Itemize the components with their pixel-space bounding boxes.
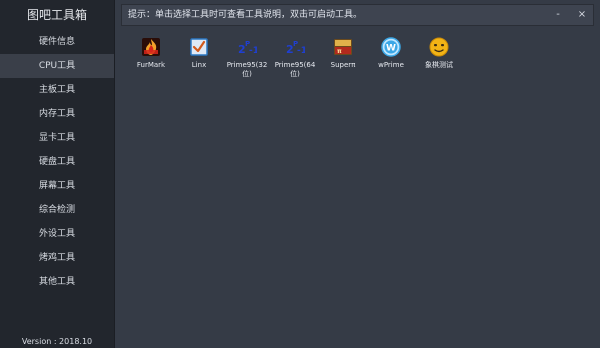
- furmark-icon: [140, 36, 162, 58]
- chess-face-icon: [428, 36, 450, 58]
- sidebar-item-motherboard-tools[interactable]: 主板工具: [0, 78, 114, 102]
- tool-label-prime95-32: Prime95(32位): [226, 61, 268, 78]
- tool-prime95-64[interactable]: 2 P -1 Prime95(64位): [274, 36, 316, 79]
- tool-label-chess-test: 象棋测试: [425, 61, 453, 69]
- svg-text:-1: -1: [249, 46, 257, 56]
- superpi-icon: π: [332, 36, 354, 58]
- sidebar-item-cpu-tools[interactable]: CPU工具: [0, 54, 114, 78]
- sidebar-item-hardware-info[interactable]: 硬件信息: [0, 30, 114, 54]
- sidebar-item-memory-tools[interactable]: 内存工具: [0, 102, 114, 126]
- sidebar-item-peripheral-tools[interactable]: 外设工具: [0, 222, 114, 246]
- window-controls: - ×: [553, 5, 587, 25]
- sidebar-item-disk-tools[interactable]: 硬盘工具: [0, 150, 114, 174]
- minimize-button[interactable]: -: [553, 10, 563, 20]
- sidebar: 图吧工具箱 硬件信息 CPU工具 主板工具 内存工具 显卡工具 硬盘工具 屏幕工…: [0, 0, 115, 348]
- prime95-icon: 2 P -1: [236, 36, 258, 58]
- svg-text:-1: -1: [297, 46, 305, 56]
- tool-linx[interactable]: Linx: [179, 36, 219, 79]
- prime95-icon: 2 P -1: [284, 36, 306, 58]
- sidebar-item-other-tools[interactable]: 其他工具: [0, 270, 114, 294]
- svg-text:π: π: [337, 48, 342, 55]
- main-panel: 提示：单击选择工具时可查看工具说明，双击可启动工具。 - × FurMark L…: [115, 0, 600, 348]
- app-title: 图吧工具箱: [26, 8, 87, 22]
- tool-label-furmark: FurMark: [136, 61, 166, 69]
- tool-label-superpi: Superπ: [330, 61, 356, 69]
- tool-label-wprime: wPrime: [378, 61, 404, 69]
- wprime-icon: W: [380, 36, 402, 58]
- tool-label-prime95-64: Prime95(64位): [274, 61, 316, 78]
- sidebar-item-stress-tools[interactable]: 烤鸡工具: [0, 246, 114, 270]
- tool-label-linx: Linx: [191, 61, 207, 69]
- hint-text: 提示：单击选择工具时可查看工具说明，双击可启动工具。: [128, 10, 363, 20]
- svg-text:W: W: [386, 44, 396, 54]
- tool-wprime[interactable]: W wPrime: [371, 36, 411, 79]
- linx-check-icon: [188, 36, 210, 58]
- sidebar-item-screen-tools[interactable]: 屏幕工具: [0, 174, 114, 198]
- sidebar-item-comprehensive-tests[interactable]: 综合检测: [0, 198, 114, 222]
- tool-superpi[interactable]: π Superπ: [323, 36, 363, 79]
- hint-bar: 提示：单击选择工具时可查看工具说明，双击可启动工具。 - ×: [121, 4, 594, 26]
- sidebar-item-gpu-tools[interactable]: 显卡工具: [0, 126, 114, 150]
- tool-grid: FurMark Linx 2 P -1 Prime95(32位) 2 P -1 …: [131, 36, 459, 79]
- tool-furmark[interactable]: FurMark: [131, 36, 171, 79]
- close-button[interactable]: ×: [577, 10, 587, 20]
- tool-prime95-32[interactable]: 2 P -1 Prime95(32位): [226, 36, 268, 79]
- tool-chess-test[interactable]: 象棋测试: [419, 36, 459, 79]
- version-label: Version : 2018.10: [21, 337, 93, 346]
